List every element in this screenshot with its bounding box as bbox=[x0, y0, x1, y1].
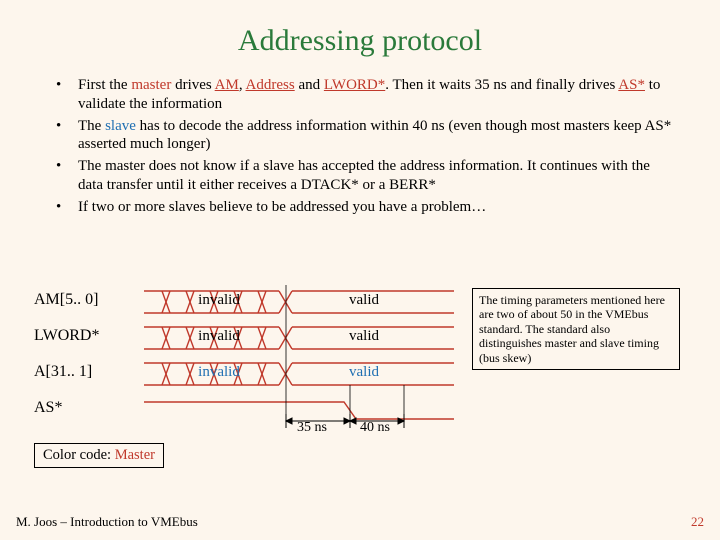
bullet-1: First the master drives AM, Address and … bbox=[52, 76, 678, 114]
text-master: master bbox=[131, 77, 171, 93]
t-35ns: 35 ns bbox=[297, 420, 327, 436]
state-valid-slave: valid bbox=[324, 364, 404, 381]
text: has to decode the address information wi… bbox=[78, 118, 671, 153]
state-invalid-slave: invalid bbox=[179, 364, 259, 381]
state-invalid: invalid bbox=[179, 328, 259, 345]
color-code-value: Master bbox=[115, 447, 155, 463]
page-number: 22 bbox=[691, 514, 704, 530]
signal-label-as: AS* bbox=[34, 399, 134, 417]
text-am: AM bbox=[215, 77, 239, 93]
text-address: Address bbox=[246, 77, 295, 93]
page-title: Addressing protocol bbox=[32, 24, 688, 58]
notes-box: The timing parameters mentioned here are… bbox=[472, 288, 680, 370]
text: drives bbox=[171, 77, 214, 93]
timing-diagram: AM[5.. 0] invalid valid LWORD* bbox=[34, 285, 686, 475]
timing-labels: 35 ns 40 ns bbox=[144, 420, 454, 440]
text-lword: LWORD* bbox=[324, 77, 385, 93]
bullet-list: First the master drives AM, Address and … bbox=[52, 76, 678, 216]
signal-label-am: AM[5.. 0] bbox=[34, 291, 134, 309]
color-code-label: Color code: bbox=[43, 447, 115, 463]
bullet-2: The slave has to decode the address info… bbox=[52, 117, 678, 155]
text: The bbox=[78, 118, 105, 134]
text-as: AS* bbox=[618, 77, 645, 93]
text: . Then it waits 35 ns and finally drives bbox=[385, 77, 618, 93]
signal-label-a: A[31.. 1] bbox=[34, 363, 134, 381]
footer-author: M. Joos – Introduction to VMEbus bbox=[16, 514, 198, 530]
state-invalid: invalid bbox=[179, 292, 259, 309]
text: , bbox=[239, 77, 246, 93]
state-valid: valid bbox=[324, 328, 404, 345]
text: First the bbox=[78, 77, 131, 93]
text: and bbox=[295, 77, 324, 93]
bullet-3: The master does not know if a slave has … bbox=[52, 157, 678, 195]
text-slave: slave bbox=[105, 118, 136, 134]
bullet-4: If two or more slaves believe to be addr… bbox=[52, 198, 678, 217]
state-valid: valid bbox=[324, 292, 404, 309]
t-40ns: 40 ns bbox=[360, 420, 390, 436]
color-code-box: Color code: Master bbox=[34, 443, 164, 468]
signal-label-lword: LWORD* bbox=[34, 327, 134, 345]
